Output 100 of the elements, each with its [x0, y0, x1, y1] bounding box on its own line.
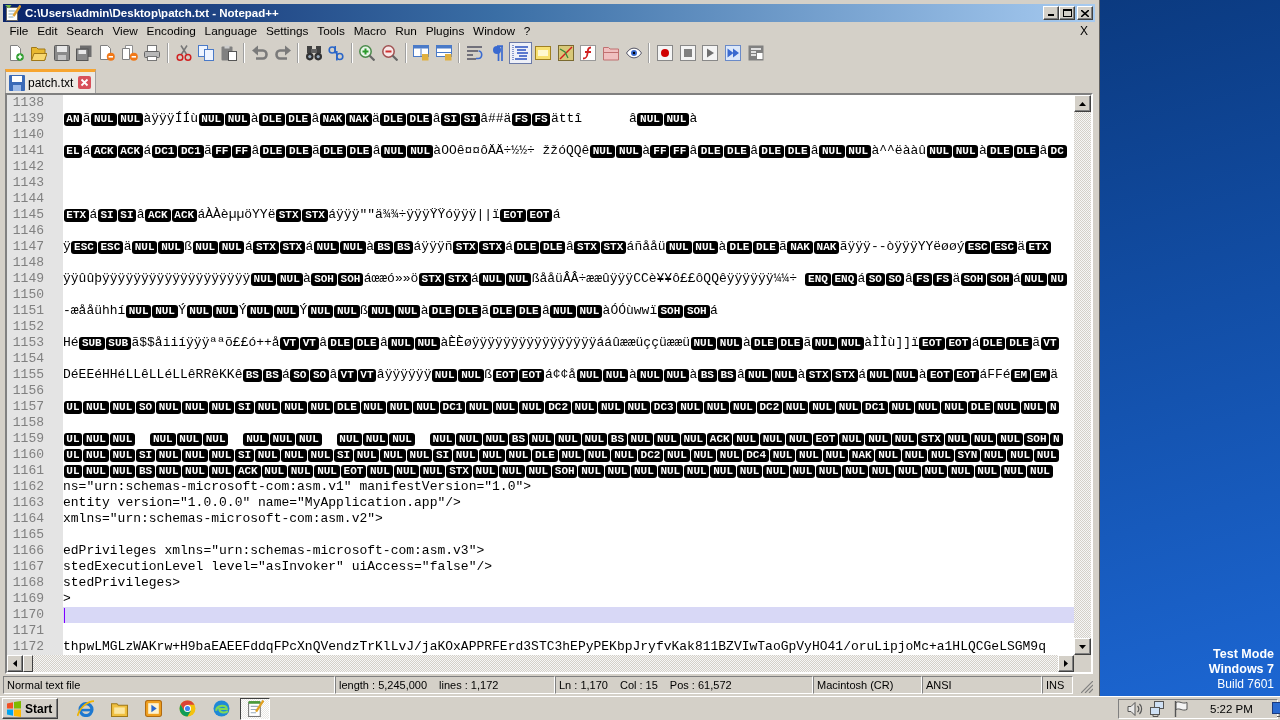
scroll-right-button[interactable]: [1058, 655, 1074, 672]
scroll-left-button[interactable]: [7, 655, 23, 672]
control-character: STX: [253, 240, 279, 254]
code-text: á: [710, 303, 718, 319]
menu-item[interactable]: Edit: [32, 24, 62, 38]
scroll-up-button[interactable]: [1074, 95, 1091, 112]
menu-item[interactable]: Search: [61, 24, 109, 38]
scroll-down-button[interactable]: [1074, 638, 1091, 655]
control-character: NUL: [703, 400, 730, 414]
control-character: NUL: [1007, 448, 1033, 462]
control-character: ENQ: [805, 272, 831, 286]
minimize-button[interactable]: [1043, 6, 1059, 20]
menu-item[interactable]: Language: [200, 24, 262, 38]
control-character: STX: [479, 240, 505, 254]
control-character: NUL: [576, 368, 602, 382]
speaker-icon[interactable]: [1127, 700, 1143, 717]
menu-item[interactable]: Settings: [261, 24, 313, 38]
control-character: VT: [357, 368, 377, 382]
network-icon[interactable]: [1150, 700, 1166, 717]
control-character: UL: [63, 464, 83, 478]
control-character: DLE: [967, 400, 994, 414]
control-character: NUL: [654, 432, 680, 446]
code-text: â: [542, 303, 550, 319]
size-grip-icon[interactable]: [1081, 681, 1093, 693]
folder-icon: [603, 45, 620, 61]
control-character: SO: [865, 272, 885, 286]
toolbar-button[interactable]: [509, 42, 532, 64]
scrollbar-thumb[interactable]: [23, 655, 33, 672]
code-text: edPrivileges xmlns="urn:schemas-microsoft-com:asm.v3">: [63, 543, 485, 559]
control-character: NUL: [109, 400, 136, 414]
status-text: lines : 1,172: [439, 678, 499, 691]
line-number: 1158: [7, 415, 63, 431]
zoom-in-icon: [359, 45, 376, 61]
control-character: NUL: [745, 368, 771, 382]
menu-item[interactable]: Encoding: [142, 24, 201, 38]
code-text: à^^ëààû: [871, 143, 927, 159]
control-character: NUL: [492, 400, 518, 414]
maximize-button[interactable]: [1059, 6, 1075, 20]
control-character: FF: [212, 144, 232, 158]
control-character: NUL: [895, 464, 921, 478]
horizontal-scrollbar[interactable]: [7, 655, 1074, 672]
desktop-notice-text: Test Mode: [1213, 647, 1274, 662]
control-character: DLE: [758, 144, 784, 158]
code-text: â: [136, 207, 145, 223]
control-character: NUL: [974, 464, 1000, 478]
clock[interactable]: 5:22 PM: [1210, 702, 1253, 715]
text-editor[interactable]: [5, 93, 1093, 674]
control-character: NUL: [353, 448, 380, 462]
control-character: NUL: [842, 464, 868, 478]
control-character: DLE: [1006, 336, 1032, 350]
code-text: ä: [372, 111, 380, 127]
panel-icon: [535, 45, 552, 61]
control-character: NUL: [555, 432, 581, 446]
menu-item[interactable]: Plugins: [421, 24, 469, 38]
line-number: 1153: [7, 335, 63, 351]
control-character: NUL: [307, 448, 334, 462]
control-character: NUL: [627, 432, 654, 446]
menu-item[interactable]: Run: [390, 24, 422, 38]
control-character: ESC: [991, 240, 1017, 254]
start-button[interactable]: Start: [2, 698, 59, 719]
flag-icon[interactable]: [1173, 700, 1189, 717]
control-character: SI: [235, 400, 254, 414]
control-character: DC: [1047, 144, 1067, 158]
taskbar-button[interactable]: [240, 697, 271, 720]
page-minus-icon: [99, 45, 116, 61]
control-character: NUL: [736, 464, 763, 478]
printer-icon: [144, 45, 161, 61]
control-character: N: [1050, 432, 1063, 446]
menu-item[interactable]: Macro: [349, 24, 391, 38]
code-text: á: [89, 207, 98, 223]
code-text: à: [303, 271, 311, 287]
control-character: NUL: [287, 464, 314, 478]
control-character: STX: [418, 272, 445, 286]
code-text: áñååü: [626, 239, 666, 255]
control-character: NUL: [1000, 464, 1027, 478]
close-icon[interactable]: [78, 76, 92, 89]
control-character: DLE: [353, 336, 380, 350]
control-character: EOT: [945, 336, 972, 350]
control-character: BS: [509, 432, 528, 446]
four-pane-flag-icon: [6, 700, 22, 717]
control-character: NUL: [663, 112, 690, 126]
menu-item[interactable]: Tools: [312, 24, 350, 38]
control-character: NUL: [733, 432, 759, 446]
vertical-scrollbar[interactable]: [1074, 95, 1091, 655]
code-text: ã: [82, 111, 91, 127]
line-number: 1142: [7, 159, 63, 175]
control-character: UL: [63, 432, 83, 446]
menu-item[interactable]: File: [5, 24, 33, 38]
menu-item[interactable]: ?: [519, 24, 535, 38]
menu-item[interactable]: Window: [468, 24, 520, 38]
close-button[interactable]: [1077, 6, 1093, 20]
control-character: NAK: [346, 112, 372, 126]
control-character: NUL: [152, 304, 178, 318]
file-tab[interactable]: patch.txt: [5, 69, 97, 93]
control-character: NUL: [921, 464, 948, 478]
control-character: DLE: [987, 144, 1013, 158]
menu-item[interactable]: View: [108, 24, 143, 38]
close-document-button[interactable]: X: [1078, 24, 1090, 38]
control-character: SI: [433, 448, 452, 462]
control-character: BS: [136, 464, 155, 478]
